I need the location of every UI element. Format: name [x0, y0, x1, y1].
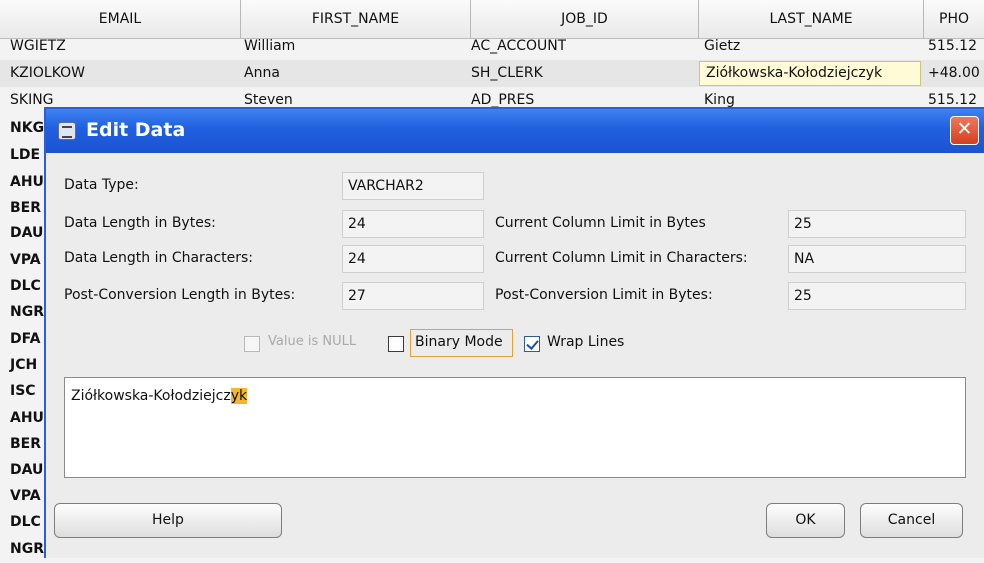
value-editor[interactable]: Ziółkowska-Kołodziejczyk	[64, 377, 966, 478]
cell-last-name-selected[interactable]: Ziółkowska-Kołodziejczyk	[699, 61, 921, 86]
wrap-lines-label[interactable]: Wrap Lines	[547, 334, 624, 350]
col-limit-bytes-label: Current Column Limit in Bytes	[495, 215, 706, 231]
cell-job-id[interactable]: SH_CLERK	[471, 60, 543, 87]
dialog-title-bar[interactable]: Edit Data ✕	[46, 109, 984, 153]
editor-text-highlight: yk	[230, 388, 248, 404]
col-limit-chars-field: NA	[788, 245, 966, 273]
data-type-label: Data Type:	[64, 177, 139, 193]
post-conversion-field: 27	[342, 282, 484, 310]
cell-phone[interactable]: 515.12	[928, 33, 977, 60]
cell-email[interactable]: WGIETZ	[10, 33, 66, 60]
close-button[interactable]: ✕	[950, 116, 979, 145]
bytes-label: Data Length in Bytes:	[64, 215, 216, 231]
binary-mode-checkbox[interactable]	[388, 336, 404, 352]
ok-button[interactable]: OK	[766, 503, 845, 538]
binary-mode-label[interactable]: Binary Mode	[415, 334, 503, 350]
bytes-field: 24	[342, 210, 484, 238]
edit-data-dialog: Edit Data ✕ Data Type: VARCHAR2 Data Len…	[44, 107, 984, 558]
editor-text: Ziółkowska-Kołodziejcz	[71, 388, 231, 404]
post-limit-field: 25	[788, 282, 966, 310]
edit-data-icon	[58, 122, 76, 140]
post-conversion-label: Post-Conversion Length in Bytes:	[64, 287, 296, 303]
cell-first-name[interactable]: Anna	[244, 60, 280, 87]
data-type-field: VARCHAR2	[342, 172, 484, 200]
cell-email[interactable]: KZIOLKOW	[10, 60, 85, 87]
value-is-null-label: Value is NULL	[268, 334, 357, 349]
col-limit-bytes-field: 25	[788, 210, 966, 238]
value-is-null-checkbox[interactable]	[244, 336, 260, 352]
wrap-lines-checkbox[interactable]	[524, 336, 540, 352]
value-editor-text[interactable]: Ziółkowska-Kołodziejczyk	[71, 388, 248, 404]
dialog-title: Edit Data	[86, 119, 186, 141]
cell-first-name[interactable]: William	[244, 33, 295, 60]
chars-label: Data Length in Characters:	[64, 250, 253, 266]
help-button[interactable]: Help	[54, 503, 282, 538]
col-limit-chars-label: Current Column Limit in Characters:	[495, 250, 748, 266]
table-row[interactable]: KZIOLKOW Anna SH_CLERK Ziółkowska-Kołodz…	[0, 60, 984, 87]
cell-job-id[interactable]: AC_ACCOUNT	[471, 33, 566, 60]
cell-phone[interactable]: +48.00	[928, 60, 980, 87]
cancel-button[interactable]: Cancel	[860, 503, 963, 538]
cell-last-name[interactable]: Gietz	[704, 33, 740, 60]
post-limit-label: Post-Conversion Limit in Bytes:	[495, 287, 713, 303]
chars-field: 24	[342, 245, 484, 273]
